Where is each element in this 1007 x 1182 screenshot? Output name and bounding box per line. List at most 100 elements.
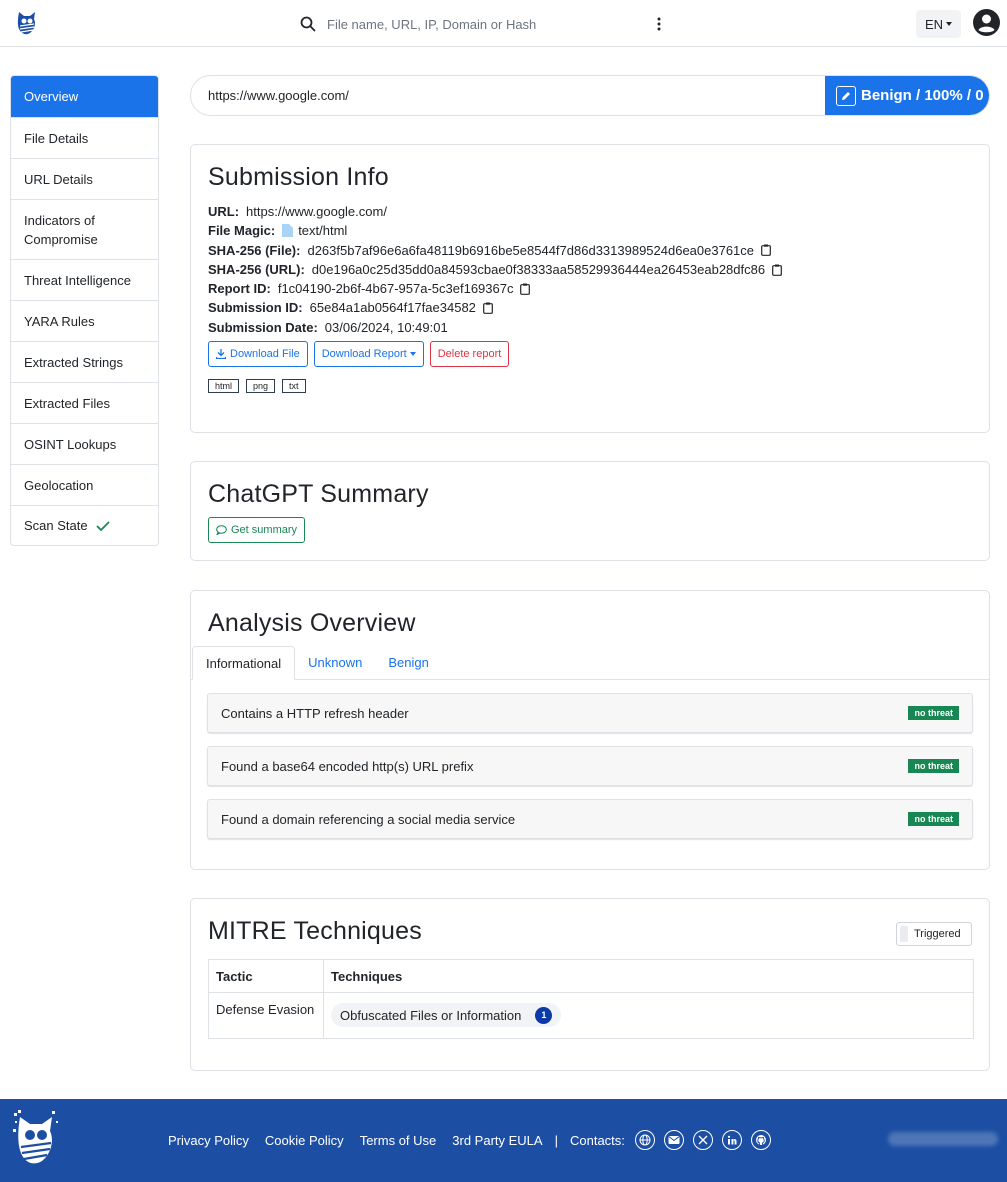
info-sha-url-row: SHA-256 (URL): d0e196a0c25d35dd0a84593cb… (208, 260, 972, 279)
info-key: SHA-256 (File): (208, 242, 301, 258)
submission-info-title: Submission Info (208, 163, 389, 191)
tab-label: Unknown (308, 655, 363, 670)
mitre-title: MITRE Techniques (208, 917, 422, 945)
owl-logo-icon[interactable] (15, 9, 39, 37)
tab-informational[interactable]: Informational (192, 646, 296, 680)
tag-badge: png (246, 379, 276, 394)
top-navbar: EN (0, 0, 1007, 47)
social-icons (634, 1130, 771, 1150)
sidebar-item-file-details[interactable]: File Details (11, 117, 158, 158)
sidebar-item-extracted-files[interactable]: Extracted Files (11, 382, 158, 423)
download-report-dropdown[interactable]: Download Report (313, 341, 424, 368)
info-value: d263f5b7af96e6a6fa48119b6916be5e8544f7d8… (307, 242, 755, 258)
sidebar-item-label: Threat Intelligence (24, 272, 131, 288)
info-magic-row: File Magic: text/html (208, 221, 972, 240)
sidebar-item-label: OSINT Lookups (24, 436, 117, 452)
verdict-label: Benign / 100% / 0 (861, 87, 984, 104)
sidebar-item-geolocation[interactable]: Geolocation (11, 464, 158, 505)
tactic-cell: Defense Evasion (208, 992, 324, 1039)
contacts-label: Contacts: (569, 1132, 625, 1148)
tab-benign[interactable]: Benign (375, 646, 441, 679)
sidebar-item-threat-intelligence[interactable]: Threat Intelligence (11, 259, 158, 300)
chat-bubble-icon (216, 525, 227, 535)
user-avatar-icon[interactable] (973, 9, 1000, 36)
sidebar-item-url-details[interactable]: URL Details (11, 158, 158, 199)
download-file-label: Download File (230, 348, 300, 361)
copyright-text-blurred (888, 1132, 998, 1146)
delete-report-label: Delete report (437, 348, 502, 361)
chatgpt-summary-card: ChatGPT Summary Get summary (190, 461, 990, 561)
analysis-overview-card: Analysis Overview Informational Unknown … (190, 590, 990, 870)
delete-report-button[interactable]: Delete report (429, 341, 510, 368)
mitre-techniques-card: MITRE Techniques Triggered Tactic Techni… (190, 898, 990, 1071)
sidebar-item-label: YARA Rules (24, 313, 95, 329)
signature-item[interactable]: Found a base64 encoded http(s) URL prefi… (207, 746, 973, 786)
sidebar-item-indicators[interactable]: Indicators of Compromise (11, 199, 158, 259)
search-input[interactable] (327, 16, 647, 32)
info-sha-file-row: SHA-256 (File): d263f5b7af96e6a6fa48119b… (208, 241, 972, 260)
copy-icon[interactable] (483, 302, 493, 315)
info-submission-id-row: Submission ID: 65e84a1ab0564f17fae34582 (208, 298, 972, 317)
info-key: Submission Date: (208, 319, 318, 335)
technique-pill[interactable]: Obfuscated Files or Information 1 (331, 1003, 562, 1027)
github-icon[interactable] (750, 1130, 771, 1150)
caret-down-icon (409, 352, 416, 357)
copy-icon[interactable] (761, 244, 771, 257)
signature-item[interactable]: Contains a HTTP refresh header no threat (207, 693, 973, 733)
info-key: SHA-256 (URL): (208, 261, 305, 277)
language-dropdown[interactable]: EN (916, 10, 961, 38)
signature-text: Found a domain referencing a social medi… (221, 811, 516, 827)
sidebar-item-label: File Details (24, 130, 89, 146)
footer-separator: | (554, 1132, 558, 1148)
sidebar-item-yara-rules[interactable]: YARA Rules (11, 300, 158, 341)
copy-icon[interactable] (520, 283, 531, 295)
linkedin-icon[interactable] (721, 1130, 742, 1150)
info-value: text/html (298, 223, 348, 239)
sidebar-item-label: Scan State (24, 518, 88, 533)
terms-of-use-link[interactable]: Terms of Use (360, 1133, 437, 1148)
info-value: 65e84a1ab0564f17fae34582 (309, 300, 476, 316)
sidebar-item-scan-state[interactable]: Scan State (11, 505, 158, 545)
get-summary-label: Get summary (231, 524, 298, 536)
mail-icon[interactable] (663, 1130, 684, 1150)
technique-count-badge: 1 (535, 1006, 553, 1024)
threat-badge: no threat (908, 759, 959, 773)
signature-item[interactable]: Found a domain referencing a social medi… (207, 799, 973, 839)
globe-icon[interactable] (634, 1130, 655, 1150)
privacy-policy-link[interactable]: Privacy Policy (168, 1133, 249, 1148)
info-key: Report ID: (208, 281, 271, 297)
tab-unknown[interactable]: Unknown (295, 646, 375, 679)
triggered-toggle[interactable]: Triggered (896, 922, 972, 946)
sidebar-item-overview[interactable]: Overview (11, 76, 158, 117)
sidebar-item-extracted-strings[interactable]: Extracted Strings (11, 341, 158, 382)
sidebar-item-label: Extracted Files (24, 395, 110, 411)
sidebar-item-osint-lookups[interactable]: OSINT Lookups (11, 423, 158, 464)
search-icon (300, 16, 316, 32)
analyzed-url: https://www.google.com/ (208, 88, 349, 103)
submission-info-card: Submission Info URL: https://www.google.… (190, 144, 990, 433)
sidebar-item-label: Extracted Strings (24, 354, 123, 370)
toggle-label: Triggered (914, 928, 961, 940)
third-party-eula-link[interactable]: 3rd Party EULA (452, 1133, 542, 1148)
owl-logo-icon[interactable] (12, 1109, 60, 1171)
info-date-row: Submission Date: 03/06/2024, 10:49:01 (208, 318, 972, 337)
sidebar-item-label: URL Details (24, 171, 93, 187)
more-options-icon[interactable] (652, 14, 666, 34)
file-icon (282, 224, 294, 238)
cookie-policy-link[interactable]: Cookie Policy (265, 1133, 344, 1148)
tag-badge: html (208, 379, 240, 394)
footer-links: Privacy Policy Cookie Policy Terms of Us… (168, 1130, 771, 1150)
search-bar[interactable] (300, 14, 680, 34)
info-value: 03/06/2024, 10:49:01 (324, 319, 448, 335)
download-icon (216, 349, 226, 360)
chatgpt-summary-title: ChatGPT Summary (208, 480, 429, 508)
table-row: Defense Evasion Obfuscated Files or Info… (208, 992, 974, 1039)
copy-icon[interactable] (772, 264, 782, 276)
x-icon[interactable] (692, 1130, 713, 1150)
edit-icon (836, 85, 856, 106)
info-key: Submission ID: (208, 300, 303, 316)
download-file-button[interactable]: Download File (208, 341, 308, 368)
info-url-row: URL: https://www.google.com/ (208, 202, 972, 221)
verdict-button[interactable]: Benign / 100% / 0 (825, 76, 989, 115)
get-summary-button[interactable]: Get summary (208, 517, 306, 543)
